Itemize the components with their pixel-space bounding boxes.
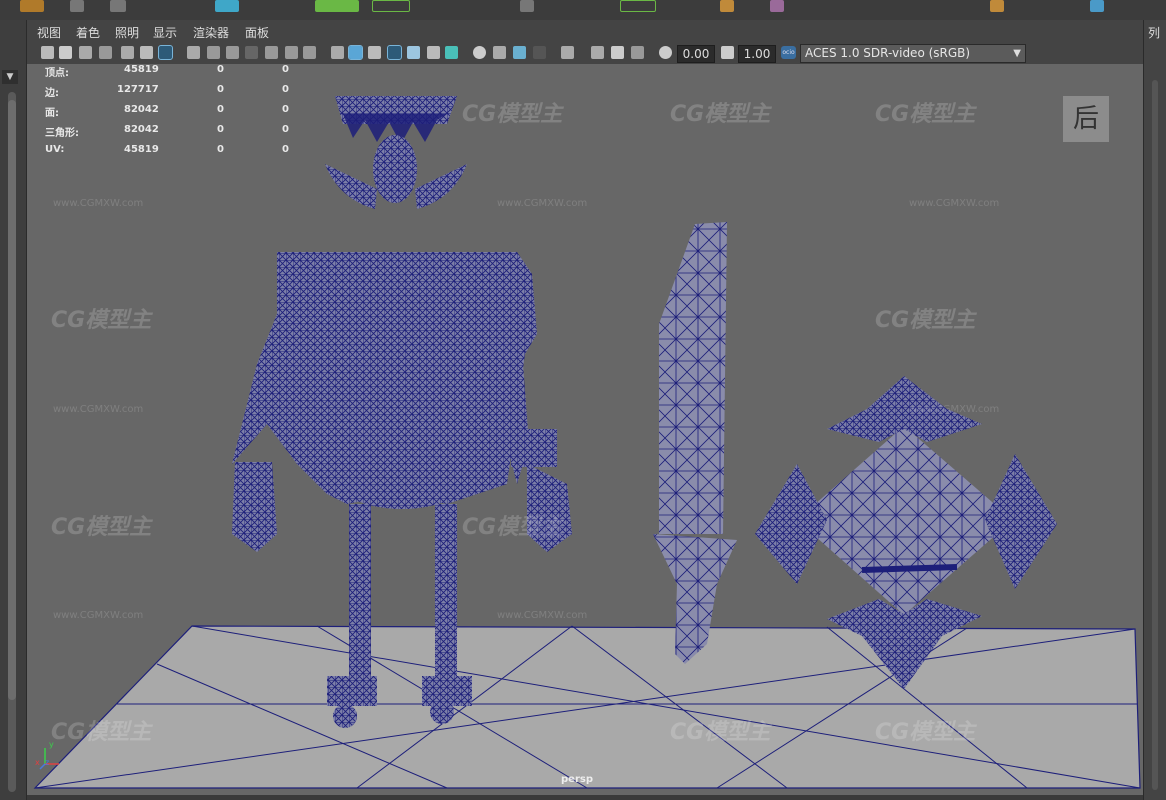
shelf-icon[interactable] xyxy=(70,0,84,12)
watermark-url: www.CGMXW.com xyxy=(53,610,144,621)
menu-renderer[interactable]: 渲染器 xyxy=(193,24,229,41)
watermark-logo: CG模型主 xyxy=(51,515,152,540)
watermark-url: www.CGMXW.com xyxy=(53,198,144,209)
shelf-icon[interactable] xyxy=(315,0,359,12)
exposure-icon[interactable] xyxy=(659,46,672,59)
watermark-logo: CG模型主 xyxy=(51,308,152,333)
gate-mask-icon[interactable] xyxy=(245,46,258,59)
blade-prop-wireframe xyxy=(653,222,737,664)
shelf-icon[interactable] xyxy=(520,0,534,12)
right-side-panel: 列 xyxy=(1143,20,1166,800)
top-shelf-strip xyxy=(0,0,1166,21)
watermark-url: www.CGMXW.com xyxy=(497,610,588,621)
axis-y-label: y xyxy=(49,740,54,749)
xray-joints-icon[interactable] xyxy=(591,46,604,59)
watermark-logo: CG模型主 xyxy=(875,102,976,127)
shelf-icon[interactable] xyxy=(20,0,44,12)
viewport-toolbar: 0.00 1.00 ocio ACES 1.0 SDR-video (sRGB)… xyxy=(27,42,1143,65)
colorspace-dropdown[interactable]: ACES 1.0 SDR-video (sRGB) ▼ xyxy=(800,44,1026,63)
camera-name-label: persp xyxy=(561,774,593,785)
camera-attributes-icon[interactable] xyxy=(59,46,72,59)
anti-alias-icon[interactable] xyxy=(513,46,526,59)
isolate-select-icon[interactable] xyxy=(561,46,574,59)
watermark-logo: CG模型主 xyxy=(462,102,563,127)
camera-select-icon[interactable] xyxy=(41,46,54,59)
gamma-field[interactable]: 0.00 xyxy=(677,45,715,63)
left-side-panel: ▼ xyxy=(0,20,27,800)
watermark-url: www.CGMXW.com xyxy=(909,404,1000,415)
scene-render xyxy=(33,96,1141,789)
xray-active-icon[interactable] xyxy=(611,46,624,59)
2d-pan-icon[interactable] xyxy=(121,46,134,59)
colorspace-label: ACES 1.0 SDR-video (sRGB) xyxy=(805,46,971,60)
shadows-icon[interactable] xyxy=(445,46,458,59)
menu-shading[interactable]: 着色 xyxy=(76,24,100,41)
grease-pencil-active-icon[interactable] xyxy=(158,45,173,60)
film-gate-icon[interactable] xyxy=(207,46,220,59)
xray-icon[interactable] xyxy=(387,45,402,60)
view-cube-back[interactable]: 后 xyxy=(1063,96,1109,142)
viewport-bottom-border xyxy=(27,795,1143,800)
motion-blur-icon[interactable] xyxy=(493,46,506,59)
wireframe-icon[interactable] xyxy=(331,46,344,59)
safe-action-icon[interactable] xyxy=(285,46,298,59)
axis-z-label: z xyxy=(45,758,50,767)
backface-culling-icon[interactable] xyxy=(631,46,644,59)
menu-view[interactable]: 视图 xyxy=(37,24,61,41)
perspective-viewport[interactable]: CG模型主 CG模型主 CG模型主 CG模型主 CG模型主 CG模型主 CG模型… xyxy=(27,64,1143,795)
color-management-icon[interactable]: ocio xyxy=(781,46,796,59)
viewport-menubar: 视图 着色 照明 显示 渲染器 面板 xyxy=(27,20,1143,42)
shelf-icon[interactable] xyxy=(215,0,239,12)
watermark-url: www.CGMXW.com xyxy=(497,198,588,209)
axis-x-label: x xyxy=(35,758,40,767)
shelf-icon[interactable] xyxy=(770,0,784,12)
bookmark-icon[interactable] xyxy=(79,46,92,59)
watermark-logo: CG模型主 xyxy=(670,720,771,745)
shelf-icon[interactable] xyxy=(372,0,410,12)
watermark-url: www.CGMXW.com xyxy=(909,198,1000,209)
shelf-icon[interactable] xyxy=(620,0,656,12)
watermark-logo: CG模型主 xyxy=(51,720,152,745)
image-plane-icon[interactable] xyxy=(99,46,112,59)
right-panel-label: 列 xyxy=(1148,26,1161,40)
watermark-logo: CG模型主 xyxy=(462,515,563,540)
menu-lighting[interactable]: 照明 xyxy=(115,24,139,41)
shelf-icon[interactable] xyxy=(1090,0,1104,12)
watermark-logo: CG模型主 xyxy=(875,720,976,745)
exposure-field[interactable]: 1.00 xyxy=(738,45,776,63)
resolution-gate-icon[interactable] xyxy=(226,46,239,59)
ambient-occlusion-icon[interactable] xyxy=(473,46,486,59)
watermark-logo: CG模型主 xyxy=(875,308,976,333)
grease-pencil-icon[interactable] xyxy=(140,46,153,59)
menu-show[interactable]: 显示 xyxy=(153,24,177,41)
smooth-shade-icon[interactable] xyxy=(348,45,363,60)
lights-icon[interactable] xyxy=(427,46,440,59)
gamma-icon[interactable] xyxy=(721,46,734,59)
depth-of-field-icon[interactable] xyxy=(533,46,546,59)
shelf-icon[interactable] xyxy=(720,0,734,12)
panel-scrollbar-thumb[interactable] xyxy=(8,100,16,700)
shelf-icon[interactable] xyxy=(110,0,126,12)
watermark-url: www.CGMXW.com xyxy=(53,404,144,415)
field-chart-icon[interactable] xyxy=(265,46,278,59)
textured-icon[interactable] xyxy=(407,46,420,59)
wireframe-on-shaded-icon[interactable] xyxy=(368,46,381,59)
right-panel-scrollbar[interactable] xyxy=(1152,80,1158,790)
panel-dropdown-arrow-icon[interactable]: ▼ xyxy=(2,70,18,84)
shelf-icon[interactable] xyxy=(990,0,1004,12)
safe-title-icon[interactable] xyxy=(303,46,316,59)
watermark-logo: CG模型主 xyxy=(670,102,771,127)
chevron-down-icon: ▼ xyxy=(1013,48,1021,59)
grid-icon[interactable] xyxy=(187,46,200,59)
menu-panels[interactable]: 面板 xyxy=(245,24,269,41)
